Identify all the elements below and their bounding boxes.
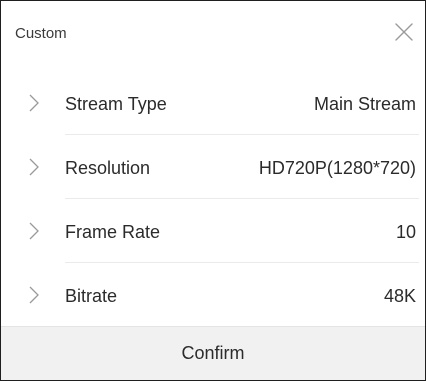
bitrate-row[interactable]: Bitrate 48K [1,263,425,325]
resolution-row[interactable]: Resolution HD720P(1280*720) [1,135,425,199]
dialog-title: Custom [15,25,67,42]
resolution-label: Resolution [65,158,151,178]
stream-type-row[interactable]: Stream Type Main Stream [1,71,425,135]
chevron-right-icon [28,157,40,177]
resolution-value: HD720P(1280*720) [258,158,416,178]
chevron-right-icon [28,285,40,305]
close-icon[interactable] [393,21,415,43]
custom-dialog: Custom Stream Type Main Stream Resolutio… [0,0,426,381]
confirm-button[interactable]: Confirm [1,326,425,380]
chevron-right-icon [28,221,40,241]
bitrate-label: Bitrate [65,286,118,306]
bitrate-value: 48K [383,286,416,306]
stream-type-label: Stream Type [65,94,167,114]
chevron-right-icon [28,93,40,113]
frame-rate-row[interactable]: Frame Rate 10 [1,199,425,263]
frame-rate-label: Frame Rate [65,222,161,242]
frame-rate-value: 10 [395,222,416,242]
stream-type-value: Main Stream [313,94,416,114]
dialog-header: Custom [1,1,425,65]
